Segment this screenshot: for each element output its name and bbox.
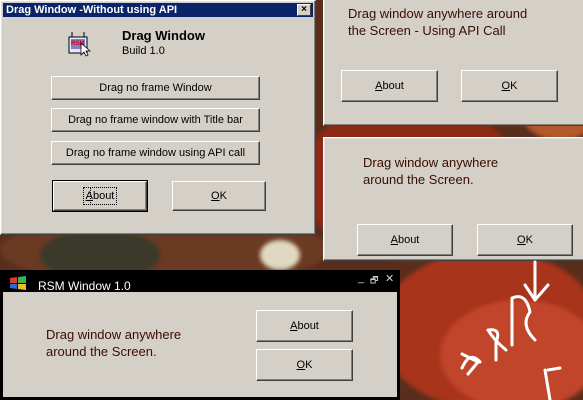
- no-frame-message: Drag window anywhere around the Screen.: [363, 155, 499, 187]
- rsm-message: Drag window anywhere around the Screen.: [46, 327, 182, 359]
- restore-icon[interactable]: 🗗: [370, 273, 378, 289]
- windows-logo-icon: [8, 276, 28, 290]
- about-button[interactable]: About: [341, 70, 438, 102]
- api-message: Drag window anywhere around the Screen -…: [348, 6, 528, 38]
- close-icon[interactable]: ✕: [385, 272, 394, 285]
- about-button[interactable]: About: [357, 224, 453, 256]
- rsm-window-title: RSM Window 1.0: [38, 279, 131, 293]
- drag-no-frame-api-call-button[interactable]: Drag no frame window using API call: [51, 141, 260, 165]
- ok-button[interactable]: OK: [461, 70, 558, 102]
- close-button[interactable]: ×: [297, 4, 311, 16]
- logo-text: RSM: [71, 41, 85, 47]
- app-logo-icon: RSM: [67, 31, 92, 57]
- rsm-client-area: Drag window anywhere around the Screen. …: [3, 292, 397, 397]
- title-bar[interactable]: Drag Window -Without using API ×: [3, 3, 313, 17]
- close-icon: ×: [301, 4, 307, 15]
- drag-no-frame-window-button[interactable]: Drag no frame Window: [51, 76, 260, 100]
- drag-window-main[interactable]: Drag Window -Without using API × RSM Dra…: [0, 0, 316, 235]
- rsm-window[interactable]: RSM Window 1.0 _ 🗗 ✕ Drag window anywher…: [0, 270, 400, 400]
- drag-window-api[interactable]: Drag window anywhere around the Screen -…: [323, 0, 583, 126]
- build-label: Build 1.0: [122, 45, 165, 57]
- drag-window-no-frame[interactable]: Drag window anywhere around the Screen. …: [323, 137, 583, 261]
- about-button[interactable]: About: [256, 310, 353, 342]
- rsm-scribble-drawing: [460, 260, 562, 400]
- ok-button[interactable]: OK: [256, 349, 353, 381]
- drag-no-frame-title-bar-button[interactable]: Drag no frame window with Title bar: [51, 108, 260, 132]
- ok-button[interactable]: OK: [172, 181, 266, 211]
- app-name: Drag Window: [122, 28, 205, 43]
- minimize-icon[interactable]: _: [358, 272, 364, 284]
- about-button[interactable]: About: [52, 180, 148, 212]
- window-title: Drag Window -Without using API: [6, 4, 178, 16]
